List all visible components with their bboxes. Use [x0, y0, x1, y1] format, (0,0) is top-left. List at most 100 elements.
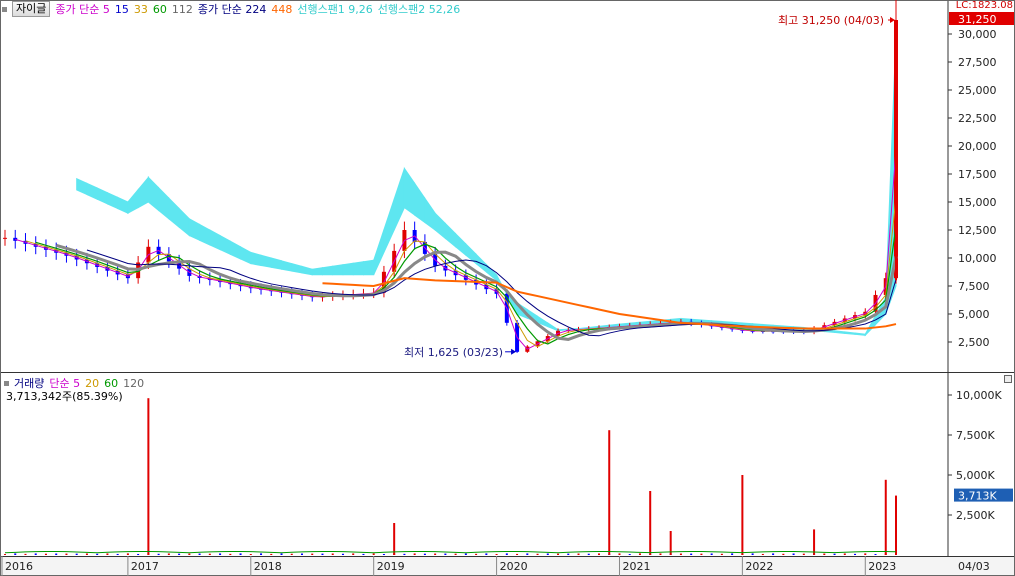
volume-bar [772, 553, 775, 555]
volume-bar [34, 553, 37, 555]
volume-bar [516, 553, 519, 555]
legend-span1[interactable]: 선행스팬1 9,26 [297, 1, 372, 17]
volume-bar [843, 553, 846, 555]
volume-bar [290, 553, 293, 555]
volume-bar [700, 553, 703, 555]
volume-bar [546, 553, 549, 555]
volume-bar [208, 553, 211, 555]
volume-bar [679, 553, 682, 555]
volume-bar [167, 553, 170, 555]
volume-bar [75, 553, 78, 555]
volume-bar [311, 553, 314, 555]
volume-bar [126, 553, 129, 555]
volume-bar [731, 553, 734, 555]
time-axis-label: 2023 [868, 560, 896, 573]
volume-bar [618, 553, 621, 555]
volume-bar [587, 553, 590, 555]
volume-bar [352, 553, 355, 555]
volume-bar [116, 553, 119, 555]
volume-bar [188, 553, 191, 555]
volume-spike [895, 495, 897, 555]
volume-bar [321, 553, 324, 555]
volume-bar [761, 553, 764, 555]
volume-bar [874, 554, 877, 555]
volume-bar [485, 553, 488, 555]
current-volume-label: 3,713K [958, 490, 997, 503]
volume-bar [55, 553, 58, 555]
cloud-segment [342, 262, 354, 276]
price-tick-label: 27,500 [958, 56, 997, 69]
legend-ma5[interactable]: 종가 단순 5 [55, 1, 109, 17]
volume-bar [198, 553, 201, 555]
high-annotation: 최고 31,250 (04/03) [778, 14, 884, 27]
volume-info: 3,713,342주(85.39%) [6, 390, 123, 403]
pane-marker-icon [4, 380, 9, 386]
volume-bar [219, 553, 222, 555]
volume-bar [413, 553, 416, 555]
volume-bar [96, 553, 99, 555]
price-tick-label: 30,000 [958, 28, 997, 41]
volume-tick-label: 2,500K [956, 509, 995, 522]
volume-bar [690, 553, 693, 555]
price-tick-label: 15,000 [958, 196, 997, 209]
price-tick-label: 5,000 [958, 308, 990, 321]
price-legend: 자이글 종가 단순 5 15 33 60 112 종가 단순 224 448 선… [2, 1, 465, 17]
volume-bar [782, 553, 785, 555]
legend-span2[interactable]: 선행스팬2 52,26 [378, 1, 460, 17]
volume-bar [598, 553, 600, 555]
legend-ma224[interactable]: 종가 단순 224 [198, 1, 266, 17]
pane-marker-icon [2, 6, 7, 12]
price-tick-label: 10,000 [958, 252, 997, 265]
legend-ma15[interactable]: 15 [115, 3, 129, 16]
volume-bar [802, 553, 805, 555]
volume-bar [239, 553, 242, 555]
time-axis-label: 2019 [377, 560, 405, 573]
volume-bar [85, 553, 88, 555]
volume-bar [341, 553, 344, 555]
volume-bar [659, 553, 662, 555]
legend-vol-ma120[interactable]: 120 [123, 377, 144, 390]
volume-bar [864, 553, 867, 555]
volume-bar [44, 553, 47, 555]
legend-ma60[interactable]: 60 [153, 3, 167, 16]
volume-spike [813, 529, 816, 555]
time-axis-label: 2016 [5, 560, 33, 573]
volume-bar [495, 553, 498, 555]
volume-bar [536, 553, 539, 555]
volume-bar [14, 553, 17, 555]
volume-bar [24, 553, 27, 555]
volume-bar [628, 554, 631, 555]
volume-bar [229, 553, 232, 555]
volume-spike [741, 475, 744, 555]
price-tick-label: 22,500 [958, 112, 997, 125]
time-axis-label: 2018 [254, 560, 282, 573]
volume-bar [475, 553, 478, 555]
volume-bar [106, 553, 109, 555]
legend-ma112[interactable]: 112 [172, 3, 193, 16]
volume-bar [526, 553, 529, 555]
current-price-label: 31,250 [958, 13, 997, 26]
low-annotation: 최저 1,625 (03/23) [404, 346, 503, 359]
volume-bar [301, 553, 303, 555]
pane-close-icon[interactable] [1004, 375, 1012, 383]
volume-bar [362, 553, 365, 555]
volume-bar [65, 553, 68, 555]
stock-name-button[interactable]: 자이글 [12, 1, 51, 17]
volume-tick-label: 10,000K [956, 389, 1002, 402]
cloud-segment [362, 259, 375, 276]
time-axis-label: 2020 [500, 560, 528, 573]
price-tick-label: 7,500 [958, 280, 990, 293]
legend-ma448[interactable]: 448 [271, 3, 292, 16]
volume-bar [751, 553, 754, 555]
cloud-segment [332, 264, 344, 276]
time-axis-label: 2021 [622, 560, 650, 573]
time-axis-label: 2017 [131, 560, 159, 573]
volume-bar [444, 553, 447, 555]
volume-bar [403, 553, 406, 555]
volume-bar [464, 553, 467, 555]
candle-body [3, 237, 7, 239]
price-tick-label: 12,500 [958, 224, 997, 237]
stock-chart: 30,000 27,500 25,000 22,500 20,000 17,500 15,0… [0, 0, 1015, 576]
volume-bar [454, 553, 457, 555]
legend-ma33[interactable]: 33 [134, 3, 148, 16]
